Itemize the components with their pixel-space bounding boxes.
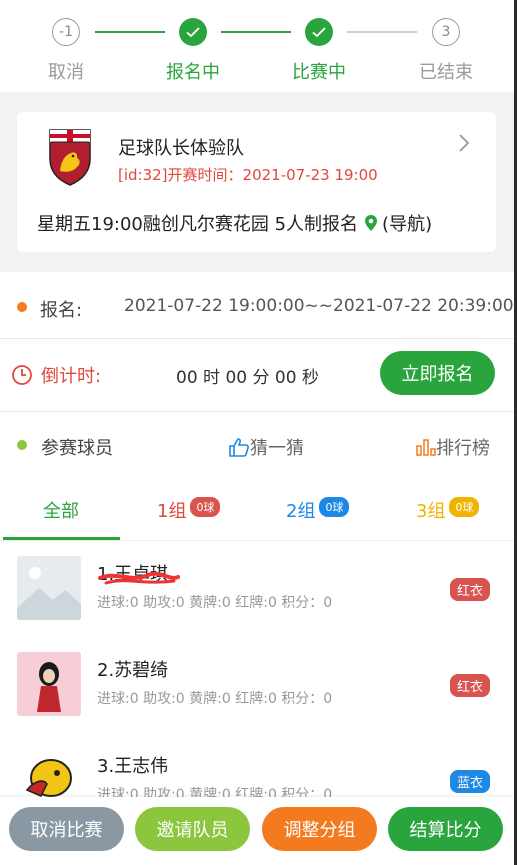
step-signup: 报名中 xyxy=(163,18,223,84)
shirt-badge: 红衣 xyxy=(450,674,491,697)
thumbs-up-icon xyxy=(229,438,249,457)
step-finished: 3 已结束 xyxy=(416,18,476,84)
step-label: 比赛中 xyxy=(292,62,346,83)
player-row[interactable]: 2.苏碧绮 进球:0 助攻:0 黄牌:0 红牌:0 积分：0 红衣 xyxy=(0,652,514,748)
venue-line[interactable]: 星期五19:00融创凡尔赛花园 5人制报名 (导航) xyxy=(37,210,432,236)
settle-score-button[interactable]: 结算比分 xyxy=(388,807,503,851)
signup-time-row: 报名: 2021-07-22 19:00:00~~2021-07-22 20:3… xyxy=(0,272,514,339)
team-name: 足球队长体验队 xyxy=(118,138,244,159)
participants-row: 参赛球员 猜一猜 排行榜 xyxy=(0,412,514,479)
guess-label: 猜一猜 xyxy=(250,438,304,459)
shirt-badge: 蓝衣 xyxy=(450,770,491,793)
step-cancel: -1 取消 xyxy=(36,18,96,84)
match-info: [id:32]开赛时间：2021-07-23 19:00 xyxy=(118,166,378,184)
step-label: 报名中 xyxy=(166,62,220,83)
match-card[interactable]: 足球队长体验队 [id:32]开赛时间：2021-07-23 19:00 星期五… xyxy=(17,112,496,252)
countdown-label: 倒计时: xyxy=(41,366,102,387)
tab-label: 2组 xyxy=(286,501,316,522)
green-dot-icon xyxy=(17,440,27,450)
invite-members-button[interactable]: 邀请队员 xyxy=(135,807,250,851)
step-number: -1 xyxy=(52,18,80,46)
leaderboard-button[interactable]: 排行榜 xyxy=(416,434,490,460)
tab-group-1[interactable]: 1组 0球 xyxy=(157,497,221,523)
player-stats: 进球:0 助攻:0 黄牌:0 红牌:0 积分：0 xyxy=(97,691,333,707)
goal-badge: 0球 xyxy=(319,497,350,517)
participants-label: 参赛球员 xyxy=(41,438,113,459)
player-row[interactable]: 1.王卓琪 进球:0 助攻:0 黄牌:0 红牌:0 积分：0 红衣 xyxy=(0,556,514,652)
active-tab-indicator xyxy=(3,537,120,540)
check-icon xyxy=(179,18,207,46)
navigate-link[interactable]: (导航) xyxy=(382,214,432,235)
check-icon xyxy=(305,18,333,46)
progress-steps: -1 取消 报名中 比赛中 3 已结束 xyxy=(0,0,514,92)
guess-button[interactable]: 猜一猜 xyxy=(228,434,304,460)
step-connector xyxy=(221,31,291,33)
clock-icon xyxy=(12,365,32,385)
venue-text: 星期五19:00融创凡尔赛花园 5人制报名 xyxy=(37,214,359,235)
adjust-groups-button[interactable]: 调整分组 xyxy=(262,807,377,851)
chevron-right-icon[interactable] xyxy=(457,132,471,154)
shirt-badge: 红衣 xyxy=(450,578,491,601)
location-pin-icon[interactable] xyxy=(364,214,378,232)
group-tabs: 全部 1组 0球 2组 0球 3组 0球 xyxy=(0,478,514,541)
orange-dot-icon xyxy=(17,302,27,312)
player-stats: 进球:0 助攻:0 黄牌:0 红牌:0 积分：0 xyxy=(97,595,333,611)
tab-group-2[interactable]: 2组 0球 xyxy=(286,497,350,523)
avatar xyxy=(17,556,81,620)
step-label: 取消 xyxy=(48,62,84,83)
step-connector xyxy=(347,31,417,33)
step-connector xyxy=(95,31,165,33)
tab-label: 全部 xyxy=(43,501,79,522)
tab-label: 1组 xyxy=(157,501,187,522)
step-number: 3 xyxy=(432,18,460,46)
leaderboard-label: 排行榜 xyxy=(436,438,490,459)
placeholder-image-icon xyxy=(17,556,81,620)
player-name: 2.苏碧绮 xyxy=(97,660,169,681)
bottom-action-bar: 取消比赛 邀请队员 调整分组 结算比分 xyxy=(0,797,514,865)
cancel-match-button[interactable]: 取消比赛 xyxy=(9,807,124,851)
signup-label: 报名: xyxy=(40,300,83,321)
step-label: 已结束 xyxy=(419,62,473,83)
tab-all[interactable]: 全部 xyxy=(43,497,79,523)
goal-badge: 0球 xyxy=(449,497,480,517)
countdown-time: 00 时 00 分 00 秒 xyxy=(176,368,319,388)
player-name: 3.王志伟 xyxy=(97,756,169,777)
goal-badge: 0球 xyxy=(190,497,221,517)
avatar xyxy=(17,652,81,716)
tab-label: 3组 xyxy=(416,501,446,522)
player-photo-icon xyxy=(17,652,81,716)
bar-chart-icon xyxy=(416,439,436,456)
tab-group-3[interactable]: 3组 0球 xyxy=(416,497,480,523)
signup-now-button[interactable]: 立即报名 xyxy=(380,351,495,395)
countdown-row: 倒计时: 00 时 00 分 00 秒 立即报名 xyxy=(0,339,514,412)
team-logo-icon xyxy=(49,129,91,186)
red-scribble-mark xyxy=(98,571,180,585)
signup-time: 2021-07-22 19:00:00~~2021-07-22 20:39:00 xyxy=(124,296,514,316)
step-in-match: 比赛中 xyxy=(289,18,349,84)
